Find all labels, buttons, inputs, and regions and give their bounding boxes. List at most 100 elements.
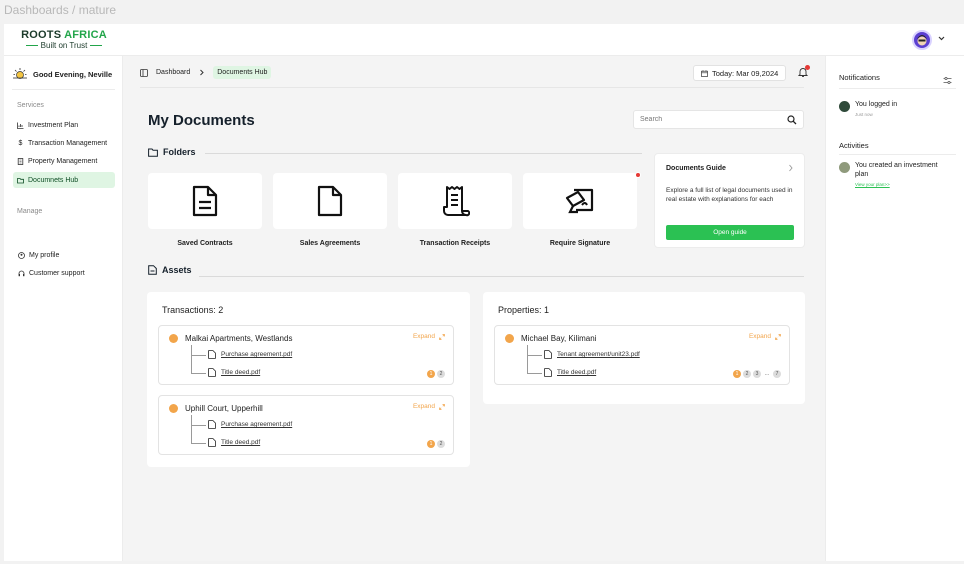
view-plan-link[interactable]: View your plan>> <box>855 182 947 187</box>
pagination: 1 2 <box>427 440 445 448</box>
building-icon <box>17 157 24 165</box>
notification-item[interactable]: You logged in Just now <box>839 101 947 117</box>
tree-line <box>527 373 542 374</box>
sunset-icon <box>13 68 27 79</box>
sidebar-item-investment-plan[interactable]: Investment Plan <box>13 117 115 133</box>
folder-saved-contracts[interactable] <box>148 173 262 229</box>
pagination: 1 2 3 ... 7 <box>733 370 781 378</box>
notification-dot <box>805 65 810 70</box>
sidebar-item-property-management[interactable]: Property Management <box>13 153 115 169</box>
sidebar-divider <box>12 89 115 90</box>
search-icon[interactable] <box>787 115 797 125</box>
brand-logo[interactable]: ROOTS AFRICA Built on Trust <box>21 29 107 50</box>
search-input[interactable] <box>634 111 774 128</box>
page-dot[interactable]: 7 <box>773 370 781 378</box>
page-dot[interactable]: 1 <box>427 370 435 378</box>
guide-description: Explore a full list of legal documents u… <box>666 187 793 203</box>
pagination: 1 2 <box>427 370 445 378</box>
file-link[interactable]: Title deed.pdf <box>208 438 260 447</box>
sidebar-item-documents-hub[interactable]: Documnets Hub <box>13 172 115 188</box>
greeting-text: Good Evening, Neville <box>33 69 113 79</box>
chevron-right-icon <box>200 69 204 76</box>
expand-icon <box>439 333 445 340</box>
headset-icon <box>18 270 25 276</box>
folder-label: Transaction Receipts <box>419 240 491 247</box>
file-link[interactable]: Title deed.pdf <box>208 368 260 377</box>
user-avatar[interactable] <box>912 30 932 50</box>
tree-line <box>191 425 206 426</box>
properties-title: Properties: 1 <box>498 305 550 315</box>
greeting: Good Evening, Neville <box>12 66 112 82</box>
file-link[interactable]: Title deed.pdf <box>544 368 596 377</box>
tree-line <box>191 355 206 356</box>
today-date-button[interactable]: Today: Mar 09,2024 <box>693 65 787 81</box>
transactions-panel: Transactions: 2 Malkai Apartments, Westl… <box>147 292 470 467</box>
file-link[interactable]: Tenant agreement/unit23.pdf <box>544 350 640 359</box>
page-dot[interactable]: 1 <box>733 370 741 378</box>
notification-avatar <box>839 101 850 112</box>
status-dot <box>169 404 178 413</box>
sidebar-item-transaction-management[interactable]: $ Transaction Management <box>13 135 115 151</box>
property-name: Uphill Court, Upperhill <box>185 404 263 413</box>
transaction-card[interactable]: Malkai Apartments, Westlands Expand Purc… <box>158 325 454 385</box>
file-link[interactable]: Purchase agreement.pdf <box>208 350 292 359</box>
sidebar-item-customer-support[interactable]: Customer support <box>18 265 120 281</box>
canvas-title: Dashboards / mature <box>4 3 117 17</box>
header-divider <box>140 87 804 88</box>
page-dot[interactable]: 2 <box>437 370 445 378</box>
brand-name: ROOTS AFRICA <box>21 29 107 41</box>
folder-require-signature[interactable] <box>523 173 637 229</box>
sidebar-item-label: Investment Plan <box>28 121 79 129</box>
page-dot[interactable]: 2 <box>743 370 751 378</box>
file-link[interactable]: Purchase agreement.pdf <box>208 420 292 429</box>
signature-icon <box>565 188 594 214</box>
folder-label: Require Signature <box>549 240 611 247</box>
tree-line <box>527 345 528 373</box>
page-dot[interactable]: 1 <box>427 440 435 448</box>
page-dot[interactable]: 2 <box>437 440 445 448</box>
sidebar-toggle-icon[interactable] <box>140 68 148 77</box>
sidebar: Good Evening, Neville Services Investmen… <box>4 56 123 561</box>
property-name: Michael Bay, Kilimani <box>521 334 597 343</box>
breadcrumb: Dashboard Documents Hub <box>140 66 272 79</box>
status-dot <box>505 334 514 343</box>
folder-icon <box>148 148 158 157</box>
transaction-card[interactable]: Uphill Court, Upperhill Expand Purchase … <box>158 395 454 455</box>
expand-icon <box>775 333 781 340</box>
services-heading: Services <box>17 102 44 109</box>
document-icon <box>148 265 157 275</box>
activity-item[interactable]: You created an investment plan View your… <box>839 162 947 187</box>
tree-line <box>191 345 192 373</box>
property-card[interactable]: Michael Bay, Kilimani Expand Tenant agre… <box>494 325 790 385</box>
sidebar-item-my-profile[interactable]: My profile <box>18 247 120 263</box>
chevron-right-icon[interactable] <box>787 164 794 172</box>
activity-text: You created an investment plan <box>855 162 938 178</box>
sidebar-item-label: My profile <box>29 251 60 259</box>
open-guide-button[interactable]: Open guide <box>666 225 794 240</box>
expand-button[interactable]: Expand <box>749 333 781 340</box>
signature-alert-dot <box>635 172 641 178</box>
search-box[interactable] <box>633 110 804 129</box>
guide-title: Documents Guide <box>666 165 726 172</box>
breadcrumb-dashboard[interactable]: Dashboard <box>156 69 190 76</box>
sliders-icon[interactable] <box>943 76 952 85</box>
tree-line <box>191 415 192 443</box>
folder-transaction-receipts[interactable] <box>398 173 512 229</box>
transactions-title: Transactions: 2 <box>162 305 224 315</box>
expand-button[interactable]: Expand <box>413 403 445 410</box>
page-dot[interactable]: 3 <box>753 370 761 378</box>
activities-divider <box>839 154 956 155</box>
expand-button[interactable]: Expand <box>413 333 445 340</box>
folders-label: Folders <box>163 147 196 157</box>
assets-heading: Assets <box>148 265 192 275</box>
assets-divider <box>199 276 804 277</box>
folder-sales-agreements[interactable] <box>273 173 387 229</box>
breadcrumb-documents-hub[interactable]: Documents Hub <box>213 66 272 79</box>
document-lines-icon <box>192 185 218 217</box>
notification-text: You logged in <box>855 101 898 108</box>
sidebar-item-label: Property Management <box>28 157 98 165</box>
avatar-face-icon <box>917 35 927 46</box>
file-icon <box>544 350 552 359</box>
file-icon <box>208 420 216 429</box>
chevron-down-icon[interactable] <box>937 34 946 43</box>
